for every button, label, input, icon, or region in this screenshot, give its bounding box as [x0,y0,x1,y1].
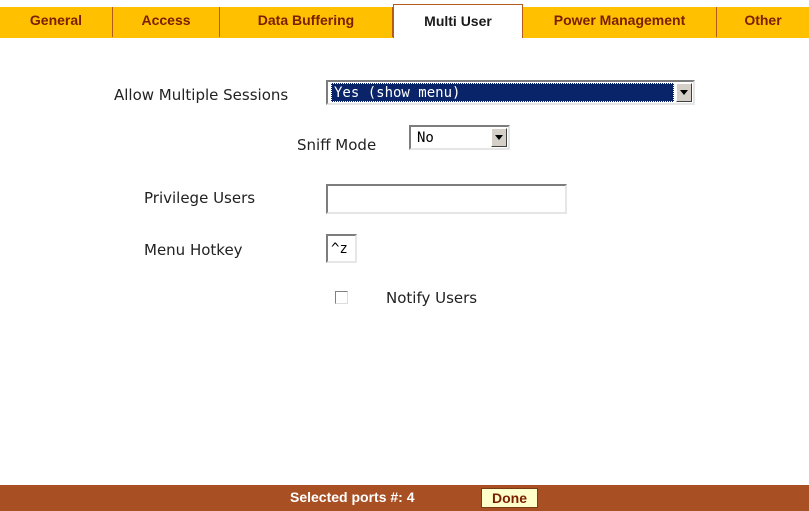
privilege-users-label: Privilege Users [144,189,256,207]
allow-multiple-sessions-value: Yes (show menu) [331,83,674,102]
sniff-mode-dropdown-button[interactable] [491,128,507,147]
tab-bar: General Access Data Buffering Multi User… [0,0,809,39]
menu-hotkey-input[interactable] [326,234,357,263]
tab-general[interactable]: General [0,7,113,37]
tab-power-management[interactable]: Power Management [523,7,717,37]
tab-power-management-label: Power Management [553,12,686,28]
allow-multiple-sessions-dropdown-button[interactable] [676,83,692,102]
sniff-mode-value: No [417,129,434,146]
tab-multi-user-label: Multi User [424,13,492,29]
privilege-users-input[interactable] [326,184,567,214]
multi-user-panel: Allow Multiple Sessions Yes (show menu) … [0,38,809,485]
footer-bar: Selected ports #: 4 Done [0,485,809,511]
sniff-mode-select[interactable]: No [409,125,510,150]
chevron-down-icon [680,90,688,95]
allow-multiple-sessions-label: Allow Multiple Sessions [114,86,289,104]
notify-users-label: Notify Users [386,289,478,307]
tab-data-buffering[interactable]: Data Buffering [220,7,393,37]
done-button[interactable]: Done [481,488,538,508]
tab-multi-user[interactable]: Multi User [393,4,523,39]
sniff-mode-label: Sniff Mode [297,136,377,154]
tab-data-buffering-label: Data Buffering [257,12,355,28]
notify-users-checkbox[interactable] [335,291,348,304]
tab-other[interactable]: Other [717,7,809,37]
tab-access-label: Access [141,12,191,28]
chevron-down-icon [495,135,503,140]
done-button-label: Done [492,490,527,506]
selected-ports-text: Selected ports #: 4 [290,489,415,505]
tab-access[interactable]: Access [113,7,220,37]
tab-other-label: Other [744,12,782,28]
menu-hotkey-label: Menu Hotkey [144,241,243,259]
allow-multiple-sessions-select[interactable]: Yes (show menu) [326,80,695,105]
tab-general-label: General [29,12,83,28]
